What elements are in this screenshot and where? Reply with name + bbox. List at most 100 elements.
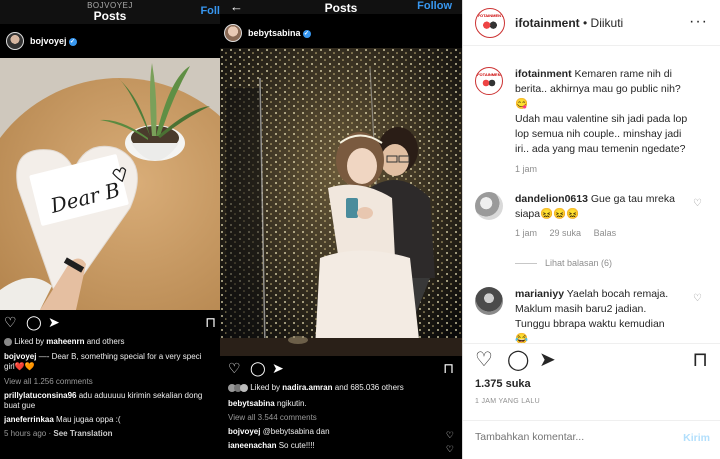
comment-item: dandelion0613 Gue ga tau mreka siapa😖😖😖 …	[475, 192, 710, 238]
comment-item: marianiyy Yaelah bocah remaja. Maklum ma…	[475, 287, 710, 347]
caption-meta: 1 jam	[515, 164, 710, 174]
page-title: Posts	[93, 9, 127, 23]
comment-text: siapa😖😖😖	[515, 208, 580, 220]
caption-text: —- Dear B, something special for a very …	[38, 352, 202, 361]
comment-row: bojvoyej @bebytsabina dan	[228, 426, 458, 437]
caption-comment: IFOTAINMENT ifotainment Kemaren rame nih…	[475, 67, 710, 174]
replies-divider	[515, 262, 537, 264]
liked-by-prefix: Liked by	[14, 337, 45, 346]
comment-row-cont: buat gue	[4, 401, 36, 410]
comment-icon[interactable]: ◯	[250, 359, 266, 377]
account-name[interactable]: ifotainment	[515, 16, 580, 30]
caption-line: berita.. akhirnya mau go public nih?	[515, 83, 681, 95]
caption-line: Udah mau valentine sih jadi pada lop	[515, 113, 688, 125]
liked-by-user[interactable]: maheenrn	[46, 337, 84, 346]
comment-meta: 1 jam 29 suka Balas	[515, 228, 710, 238]
liked-by-user[interactable]: nadira.amran	[282, 383, 332, 392]
comment-text: Yaelah bocah remaja.	[566, 288, 669, 300]
post-username[interactable]: bebytsabina ✓	[248, 28, 311, 38]
post-time: 5 hours ago	[4, 429, 47, 438]
caption-user[interactable]: bojvoyej	[4, 352, 36, 361]
caption-text: ngikutin.	[276, 399, 307, 408]
avatar[interactable]	[475, 192, 503, 220]
like-heart-icon[interactable]: ♡	[475, 348, 493, 372]
verified-badge-icon: ✓	[68, 37, 77, 46]
post-image[interactable]: Dear B	[0, 58, 220, 310]
comment-user[interactable]: marianiyy	[515, 288, 564, 300]
post-header: bojvoyej ✓	[0, 26, 220, 56]
post-header: bebytsabina ✓	[220, 18, 462, 48]
caption-user[interactable]: bebytsabina	[228, 399, 275, 408]
caption-line: lop semua nih couple.. minshay jadi	[515, 128, 682, 140]
like-heart-icon[interactable]: ♡	[4, 313, 17, 331]
comment-user[interactable]: janeferrinkaa	[4, 415, 54, 424]
comment-text: Maklum masih baru2 jadian.	[515, 303, 647, 315]
avatar[interactable]: IFOTAINMENT	[475, 67, 503, 95]
caption-emoji: 😋	[515, 98, 529, 110]
comment-text: Tunggu bbrapa waktu kemudian	[515, 318, 665, 330]
comment-user[interactable]: dandelion0613	[515, 193, 588, 205]
see-translation-link[interactable]: See Translation	[53, 429, 112, 438]
comment-like-heart-icon[interactable]: ♡	[693, 198, 702, 209]
header-title: BOJVOYEJ Posts	[0, 0, 220, 23]
caption-user[interactable]: ifotainment	[515, 68, 572, 80]
view-replies[interactable]: Lihat balasan (6)	[515, 258, 612, 268]
add-comment-bar: Kirim	[463, 420, 720, 459]
comment-icon[interactable]: ◯	[26, 313, 42, 331]
comment-text: adu aduuuuu kirimin sekalian dong	[78, 391, 203, 400]
post-time: 1 JAM YANG LALU	[475, 398, 540, 405]
liked-by-prefix: Liked by	[250, 383, 281, 392]
follow-status[interactable]: • Diikuti	[583, 16, 623, 30]
comment-text: Mau jugaa oppa :(	[56, 415, 121, 424]
right-instagram-post: IFOTAINMENT ifotainment • Diikuti ··· IF…	[462, 0, 720, 459]
reply-button[interactable]: Balas	[594, 228, 617, 238]
avatar[interactable]: IFOTAINMENT	[475, 7, 505, 38]
comment-input[interactable]	[475, 431, 665, 443]
comment-likes[interactable]: 29 suka	[550, 228, 582, 238]
view-all-comments[interactable]: View all 3.544 comments	[228, 412, 458, 423]
comment-user[interactable]: ianeenachan	[228, 441, 276, 450]
bookmark-icon[interactable]: ⊓	[443, 359, 454, 377]
like-count[interactable]: 1.375 suka	[475, 378, 531, 390]
more-options-icon[interactable]: ···	[689, 13, 708, 31]
left-instagram-screenshot: BOJVOYEJ Posts Foll bojvoyej ✓ Dear B ♡ …	[0, 0, 220, 459]
comment-body: dandelion0613 Gue ga tau mreka siapa😖😖😖	[515, 192, 710, 222]
send-comment-button[interactable]: Kirim	[683, 432, 710, 444]
avatar-label: IFOTAINMENT	[476, 72, 503, 77]
bookmark-icon[interactable]: ⊓	[205, 313, 216, 331]
post-image[interactable]	[220, 48, 462, 356]
share-icon[interactable]: ➤	[272, 359, 284, 377]
post-author: ifotainment • Diikuti	[515, 16, 623, 30]
bookmark-icon[interactable]: ⊓	[692, 348, 708, 372]
avatar[interactable]	[6, 32, 24, 50]
view-all-comments[interactable]: View all 1.256 comments	[4, 376, 216, 387]
post-meta: 5 hours ago · See Translation	[4, 429, 113, 438]
comment-row: ianeenachan So cute!!!!	[228, 440, 458, 451]
like-heart-icon[interactable]: ♡	[228, 359, 241, 377]
post-actions: ♡ ◯ ➤ ⊓	[220, 359, 462, 379]
comment-text: So cute!!!!	[278, 441, 315, 450]
liked-by: Liked by nadira.amran and 685.036 others	[228, 382, 458, 393]
caption-time: 1 jam	[515, 164, 538, 174]
comment-row: janeferrinkaa Mau jugaa oppa :(	[4, 414, 216, 425]
follow-button[interactable]: Foll	[200, 5, 220, 17]
avatar[interactable]	[224, 24, 242, 42]
comment-user[interactable]: prillylatuconsina96	[4, 391, 76, 400]
comment-time: 1 jam	[515, 228, 538, 238]
liked-avatar	[4, 337, 12, 346]
comment-text: @bebytsabina dan	[262, 427, 330, 436]
caption-line: iri.. ada yang mau temenin ngedate?	[515, 143, 686, 155]
post-header: IFOTAINMENT ifotainment • Diikuti ···	[463, 0, 720, 46]
comment-icon[interactable]: ◯	[507, 348, 529, 372]
liked-by-suffix: and others	[86, 337, 125, 346]
avatar[interactable]	[475, 287, 503, 315]
post-actions: ♡ ◯ ➤ ⊓	[0, 313, 220, 333]
comment-like-heart-icon[interactable]: ♡	[446, 440, 454, 458]
share-icon[interactable]: ➤	[539, 348, 556, 372]
comment-like-heart-icon[interactable]: ♡	[693, 293, 702, 304]
share-icon[interactable]: ➤	[48, 313, 60, 331]
post-username[interactable]: bojvoyej ✓	[30, 36, 77, 46]
caption-line: Kemaren rame nih di	[574, 68, 672, 80]
follow-button[interactable]: Follow	[417, 0, 452, 12]
comment-user[interactable]: bojvoyej	[228, 427, 260, 436]
